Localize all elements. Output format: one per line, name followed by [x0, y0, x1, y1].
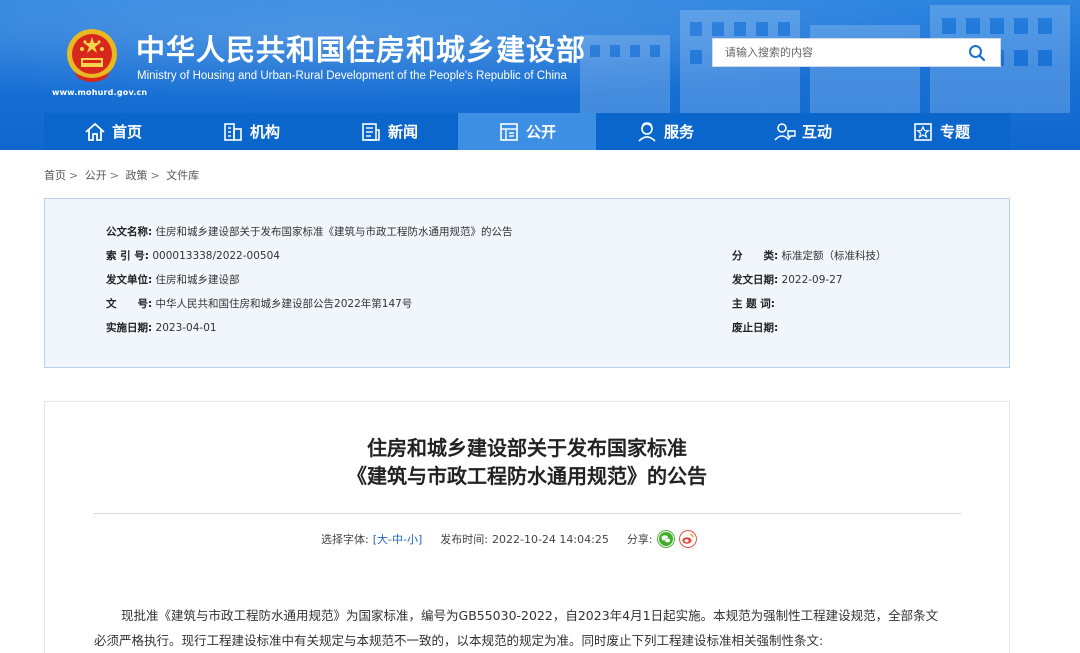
info-label: 发文单位:	[106, 274, 153, 286]
info-issuer: 发文单位: 住房和城乡建设部	[106, 272, 240, 287]
nav-item-organization[interactable]: 机构	[182, 113, 320, 150]
nav-label: 互动	[801, 123, 832, 141]
info-issue-date: 发文日期: 2022-09-27	[732, 272, 843, 287]
national-emblem-icon	[67, 29, 117, 82]
home-icon	[85, 122, 105, 141]
info-index-number: 索 引 号: 000013338/2022-00504	[106, 248, 280, 263]
nav-label: 专题	[939, 123, 970, 141]
nav-label: 机构	[249, 123, 280, 141]
site-url: www.mohurd.gov.cn	[52, 88, 148, 97]
font-bracket-close: ]	[417, 532, 423, 546]
font-large-link[interactable]: 大	[377, 531, 388, 547]
nav-item-open[interactable]: 公开	[458, 113, 596, 150]
article-divider	[94, 513, 961, 514]
article-title-line2: 《建筑与市政工程防水通用规范》的公告	[347, 464, 707, 488]
font-size-label: 选择字体:	[321, 533, 369, 546]
breadcrumb-separator: >	[69, 169, 79, 182]
nav-label: 新闻	[387, 123, 418, 141]
article-paragraph-line2: 必须严格执行。现行工程建设标准中有关规定与本规范不一致的，以本规范的规定为准。同…	[94, 633, 824, 648]
info-document-number: 文 号: 中华人民共和国住房和城乡建设部公告2022年第147号	[106, 296, 412, 311]
search-box	[712, 38, 1001, 67]
breadcrumb-open[interactable]: 公开	[85, 169, 107, 182]
interact-icon	[774, 122, 796, 141]
news-icon	[362, 122, 380, 141]
wechat-share-icon[interactable]	[656, 530, 675, 548]
info-label: 实施日期:	[106, 322, 153, 334]
breadcrumb-home[interactable]: 首页	[44, 169, 66, 182]
info-value: 住房和城乡建设部关于发布国家标准《建筑与市政工程防水通用规范》的公告	[155, 226, 513, 238]
info-label: 索 引 号:	[106, 250, 150, 262]
nav-item-topic[interactable]: 专题	[872, 113, 1010, 150]
site-subtitle-en: Ministry of Housing and Urban-Rural Deve…	[137, 70, 567, 82]
info-effective-date: 实施日期: 2023-04-01	[106, 320, 217, 335]
search-input[interactable]	[713, 39, 963, 66]
info-document-name: 公文名称: 住房和城乡建设部关于发布国家标准《建筑与市政工程防水通用规范》的公告	[106, 224, 513, 239]
breadcrumb: 首页 > 公开 > 政策 > 文件库	[44, 167, 202, 183]
article-paragraph-line1: 现批准《建筑与市政工程防水通用规范》为国家标准，编号为GB55030-2022，…	[121, 608, 939, 623]
publish-time-value: 2022-10-24 14:04:25	[492, 532, 609, 546]
breadcrumb-policy[interactable]: 政策	[125, 169, 147, 182]
info-category: 分 类: 标准定额（标准科技）	[732, 248, 887, 263]
info-label: 分 类:	[732, 250, 779, 262]
info-value: 2023-04-01	[155, 322, 217, 334]
publish-time-label: 发布时间:	[440, 533, 488, 546]
service-icon	[638, 121, 656, 142]
search-icon[interactable]	[968, 44, 986, 62]
weibo-share-icon[interactable]	[678, 530, 697, 548]
info-expire-date: 废止日期:	[732, 320, 778, 335]
info-value: 标准定额（标准科技）	[781, 250, 887, 262]
building-icon	[224, 122, 242, 141]
font-medium-link[interactable]: 中	[392, 531, 403, 547]
article-panel: 住房和城乡建设部关于发布国家标准 《建筑与市政工程防水通用规范》的公告 选择字体…	[44, 401, 1010, 653]
info-label: 公文名称:	[106, 226, 153, 238]
nav-item-home[interactable]: 首页	[44, 113, 182, 150]
site-title: 中华人民共和国住房和城乡建设部	[136, 33, 587, 67]
open-info-icon	[500, 122, 518, 141]
document-info-box: 公文名称: 住房和城乡建设部关于发布国家标准《建筑与市政工程防水通用规范》的公告…	[44, 198, 1010, 368]
article-title-line1: 住房和城乡建设部关于发布国家标准	[367, 436, 687, 460]
nav-label: 公开	[525, 123, 556, 141]
share-label: 分享:	[626, 533, 653, 546]
info-value: 中华人民共和国住房和城乡建设部公告2022年第147号	[155, 298, 413, 310]
info-subject-words: 主 题 词:	[732, 296, 775, 311]
topic-icon	[914, 122, 932, 141]
info-value: 住房和城乡建设部	[155, 274, 240, 286]
info-label: 发文日期:	[732, 274, 779, 286]
info-value: 2022-09-27	[781, 274, 843, 286]
info-label: 废止日期:	[732, 322, 779, 334]
main-nav: 首页 机构 新闻 公开 服务 互动 专题	[44, 113, 1010, 150]
info-value: 000013338/2022-00504	[152, 250, 280, 262]
nav-label: 首页	[111, 123, 142, 141]
nav-item-service[interactable]: 服务	[596, 113, 734, 150]
nav-item-interact[interactable]: 互动	[734, 113, 872, 150]
info-label: 文 号:	[106, 298, 153, 310]
nav-label: 服务	[663, 123, 694, 141]
font-small-link[interactable]: 小	[407, 531, 418, 547]
info-label: 主 题 词:	[732, 298, 776, 310]
breadcrumb-separator: >	[109, 169, 119, 182]
breadcrumb-separator: >	[150, 169, 160, 182]
breadcrumb-library[interactable]: 文件库	[166, 169, 199, 182]
article-meta: 选择字体: [ 大 - 中 - 小 ] 发布时间: 2022-10-24 14:…	[321, 530, 697, 548]
nav-item-news[interactable]: 新闻	[320, 113, 458, 150]
